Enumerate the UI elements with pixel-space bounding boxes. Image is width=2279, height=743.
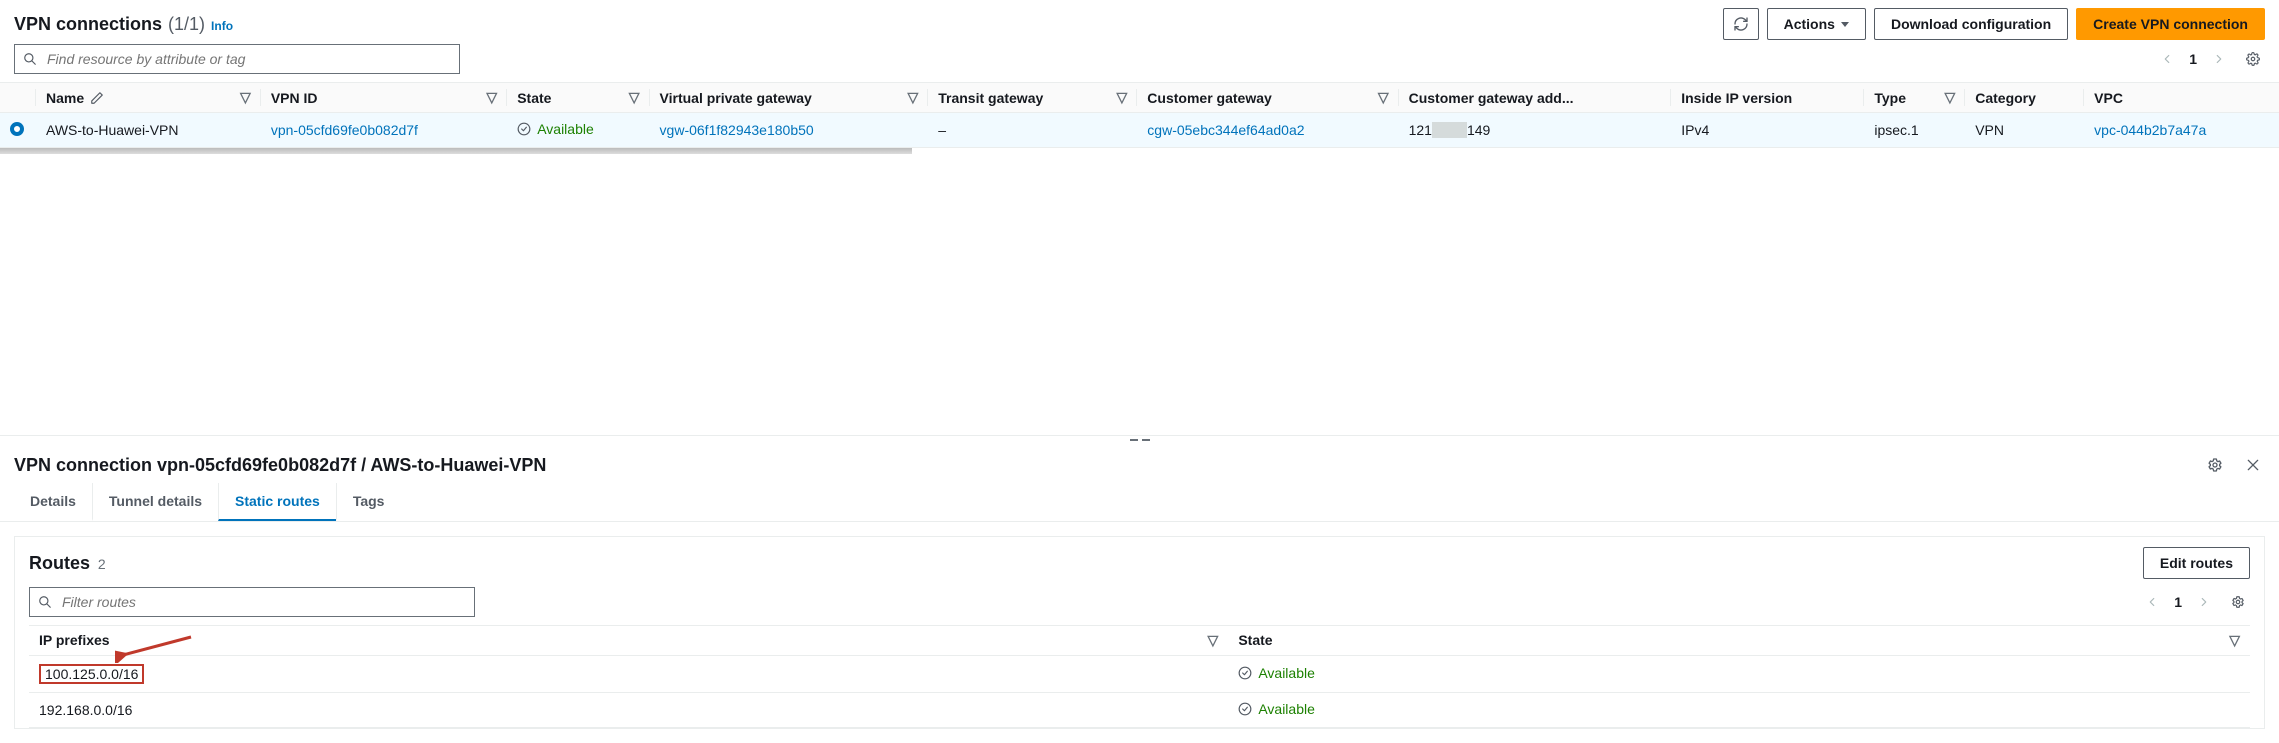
download-configuration-button[interactable]: Download configuration bbox=[1874, 8, 2068, 40]
tab-tunnel-details[interactable]: Tunnel details bbox=[92, 483, 218, 521]
col-ip-prefixes[interactable]: IP prefixes▽ bbox=[29, 626, 1228, 656]
col-inside-ip[interactable]: Inside IP version bbox=[1671, 83, 1864, 113]
cell-vpn-id-link[interactable]: vpn-05cfd69fe0b082d7f bbox=[271, 122, 418, 138]
detail-settings-button[interactable] bbox=[2203, 453, 2227, 477]
tab-static-routes[interactable]: Static routes bbox=[218, 483, 336, 521]
routes-count: 2 bbox=[98, 556, 106, 572]
actions-label: Actions bbox=[1784, 16, 1835, 32]
cell-cgw-link[interactable]: cgw-05ebc344ef64ad0a2 bbox=[1147, 122, 1304, 138]
col-route-state[interactable]: State▽ bbox=[1228, 626, 2250, 656]
page-title: VPN connections bbox=[14, 14, 162, 35]
pager-page: 1 bbox=[2189, 51, 2197, 67]
refresh-icon bbox=[1733, 16, 1749, 32]
cell-vpc-link[interactable]: vpc-044b2b7a47a bbox=[2094, 122, 2206, 138]
highlighted-prefix: 100.125.0.0/16 bbox=[39, 664, 144, 684]
cell-cgw-addr: 121xxxxx149 bbox=[1399, 113, 1672, 148]
cell-type: ipsec.1 bbox=[1864, 113, 1965, 148]
close-detail-button[interactable] bbox=[2241, 453, 2265, 477]
routes-table: IP prefixes▽ State▽ 100.125.0.0/16 A bbox=[29, 625, 2250, 728]
col-cgw[interactable]: Customer gateway▽ bbox=[1137, 83, 1398, 113]
detail-tabs: Details Tunnel details Static routes Tag… bbox=[0, 483, 2279, 522]
filter-icon[interactable]: ▽ bbox=[240, 89, 251, 106]
detail-title: VPN connection vpn-05cfd69fe0b082d7f / A… bbox=[14, 455, 546, 476]
top-pager: 1 bbox=[2155, 47, 2265, 71]
tab-details[interactable]: Details bbox=[14, 483, 92, 521]
status-badge: Available bbox=[517, 121, 594, 137]
gear-icon bbox=[2207, 457, 2223, 473]
cell-vgw-link[interactable]: vgw-06f1f82943e180b50 bbox=[660, 122, 814, 138]
pager-prev-icon bbox=[2155, 47, 2179, 71]
edit-routes-button[interactable]: Edit routes bbox=[2143, 547, 2250, 579]
search-input[interactable] bbox=[45, 50, 451, 68]
cell-category: VPN bbox=[1965, 113, 2084, 148]
cell-name: AWS-to-Huawei-VPN bbox=[36, 113, 261, 148]
routes-card: Routes 2 Edit routes 1 bbox=[14, 536, 2265, 729]
cell-inside-ip: IPv4 bbox=[1671, 113, 1864, 148]
cell-ip-prefix: 100.125.0.0/16 bbox=[29, 656, 1228, 693]
status-badge: Available bbox=[1238, 665, 1315, 681]
refresh-button[interactable] bbox=[1723, 8, 1759, 40]
create-vpn-connection-button[interactable]: Create VPN connection bbox=[2076, 8, 2265, 40]
gear-icon bbox=[2231, 595, 2245, 609]
page-count: (1/1) bbox=[168, 14, 205, 35]
route-row: 100.125.0.0/16 Available bbox=[29, 656, 2250, 693]
tab-tags[interactable]: Tags bbox=[336, 483, 401, 521]
pager-prev-icon bbox=[2140, 590, 2164, 614]
col-vpn-id[interactable]: VPN ID▽ bbox=[261, 83, 507, 113]
col-state[interactable]: State▽ bbox=[507, 83, 649, 113]
info-link[interactable]: Info bbox=[211, 19, 233, 33]
row-radio[interactable] bbox=[10, 122, 24, 136]
routes-title: Routes bbox=[29, 553, 90, 573]
check-circle-icon bbox=[1238, 702, 1252, 716]
table-settings-button[interactable] bbox=[2241, 47, 2265, 71]
col-name[interactable]: Name ▽ bbox=[36, 83, 261, 113]
caret-down-icon bbox=[1841, 22, 1849, 27]
pager-next-icon bbox=[2192, 590, 2216, 614]
cell-ip-prefix: 192.168.0.0/16 bbox=[29, 693, 1228, 728]
routes-pager-page: 1 bbox=[2174, 594, 2182, 610]
actions-button[interactable]: Actions bbox=[1767, 8, 1866, 40]
routes-pager: 1 bbox=[2140, 590, 2250, 614]
search-icon bbox=[38, 595, 52, 609]
panel-splitter[interactable] bbox=[0, 435, 2279, 445]
pager-next-icon bbox=[2207, 47, 2231, 71]
vpn-connections-table: Name ▽ VPN ID▽ State▽ Virtual private ga… bbox=[0, 82, 2279, 148]
gear-icon bbox=[2246, 52, 2260, 66]
route-row: 192.168.0.0/16 Available bbox=[29, 693, 2250, 728]
search-box[interactable] bbox=[14, 44, 460, 74]
routes-table-settings-button[interactable] bbox=[2226, 590, 2250, 614]
col-type[interactable]: Type▽ bbox=[1864, 83, 1965, 113]
check-circle-icon bbox=[517, 122, 531, 136]
col-tgw[interactable]: Transit gateway▽ bbox=[928, 83, 1137, 113]
col-category[interactable]: Category bbox=[1965, 83, 2084, 113]
close-icon bbox=[2245, 457, 2261, 473]
grip-icon bbox=[1130, 439, 1150, 443]
table-row[interactable]: AWS-to-Huawei-VPN vpn-05cfd69fe0b082d7f … bbox=[0, 113, 2279, 148]
routes-filter-box[interactable] bbox=[29, 587, 475, 617]
status-badge: Available bbox=[1238, 701, 1315, 717]
pencil-icon bbox=[90, 91, 104, 105]
search-icon bbox=[23, 52, 37, 66]
col-vpc[interactable]: VPC bbox=[2084, 83, 2279, 113]
check-circle-icon bbox=[1238, 666, 1252, 680]
routes-filter-input[interactable] bbox=[60, 593, 466, 611]
col-vgw[interactable]: Virtual private gateway▽ bbox=[650, 83, 929, 113]
col-cgw-addr[interactable]: Customer gateway add... bbox=[1399, 83, 1672, 113]
cell-tgw: – bbox=[928, 113, 1137, 148]
